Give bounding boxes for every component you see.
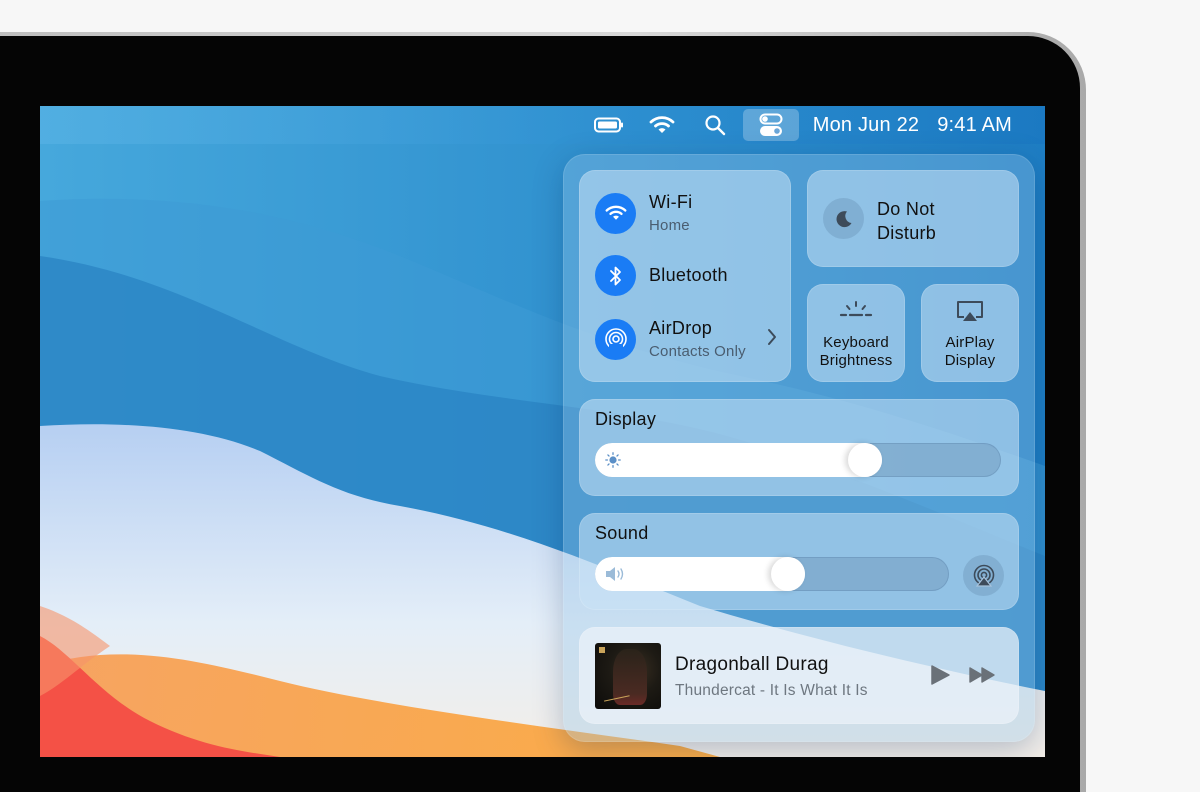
menu-bar: Mon Jun 22 9:41 AM [40, 106, 1045, 144]
wifi-network-name: Home [649, 217, 690, 234]
search-icon[interactable] [693, 110, 737, 140]
airplay-display-tile[interactable]: AirPlay Display [921, 284, 1019, 382]
desktop-screen: Mon Jun 22 9:41 AM Wi-Fi Home Bluetooth [40, 106, 1045, 757]
speaker-icon [605, 566, 627, 587]
menubar-date[interactable]: Mon Jun 22 [813, 114, 920, 137]
song-artist-album: Thundercat - It Is What It Is [675, 682, 868, 699]
control-center-icon[interactable] [742, 109, 799, 141]
airdrop-toggle[interactable]: AirDrop Contacts Only [595, 318, 746, 360]
dnd-label-line2: Disturb [877, 223, 937, 243]
fast-forward-icon[interactable] [969, 666, 997, 689]
brightness-slider-knob[interactable] [848, 443, 882, 477]
wifi-icon[interactable] [595, 192, 636, 234]
airplay-display-label-line1: AirPlay [945, 334, 995, 351]
chevron-right-icon[interactable] [767, 328, 777, 351]
airdrop-title: AirDrop [649, 318, 713, 338]
airdrop-icon[interactable] [595, 318, 636, 360]
wifi-title: Wi-Fi [649, 192, 693, 212]
song-title: Dragonball Durag [675, 654, 829, 675]
wifi-toggle[interactable]: Wi-Fi Home [595, 192, 692, 234]
sun-icon [605, 452, 621, 473]
menubar-time[interactable]: 9:41 AM [937, 114, 1012, 137]
control-center-panel: Wi-Fi Home Bluetooth AirDrop Contacts On… [563, 154, 1035, 742]
display-label: Display [595, 409, 657, 429]
dnd-label-line1: Do Not [877, 199, 935, 219]
bluetooth-toggle[interactable]: Bluetooth [595, 255, 728, 296]
volume-slider[interactable] [595, 557, 949, 591]
do-not-disturb-tile[interactable]: Do Not Disturb [807, 170, 1019, 267]
play-icon[interactable] [929, 664, 951, 691]
keyboard-brightness-tile[interactable]: Keyboard Brightness [807, 284, 905, 382]
now-playing-module: Dragonball Durag Thundercat - It Is What… [579, 627, 1019, 724]
airplay-audio-icon[interactable] [963, 555, 1004, 596]
airplay-display-label-line2: Display [944, 352, 996, 369]
moon-icon [823, 198, 864, 239]
bluetooth-title: Bluetooth [649, 265, 728, 285]
battery-icon[interactable] [587, 110, 631, 140]
sound-module: Sound [579, 513, 1019, 610]
keyboard-brightness-label-line1: Keyboard [823, 334, 889, 351]
brightness-slider[interactable] [595, 443, 1001, 477]
album-artwork[interactable] [595, 643, 661, 709]
album-label-logo [599, 647, 605, 653]
brightness-slider-fill [595, 443, 882, 477]
bluetooth-icon[interactable] [595, 255, 636, 296]
keyboard-brightness-label-line2: Brightness [819, 352, 893, 369]
network-module: Wi-Fi Home Bluetooth AirDrop Contacts On… [579, 170, 791, 382]
sound-label: Sound [595, 523, 649, 543]
volume-slider-knob[interactable] [771, 557, 805, 591]
keyboard-brightness-icon [807, 300, 905, 322]
airplay-display-icon [921, 300, 1019, 324]
wifi-icon[interactable] [637, 110, 687, 140]
airdrop-status: Contacts Only [649, 343, 746, 360]
display-module: Display [579, 399, 1019, 496]
